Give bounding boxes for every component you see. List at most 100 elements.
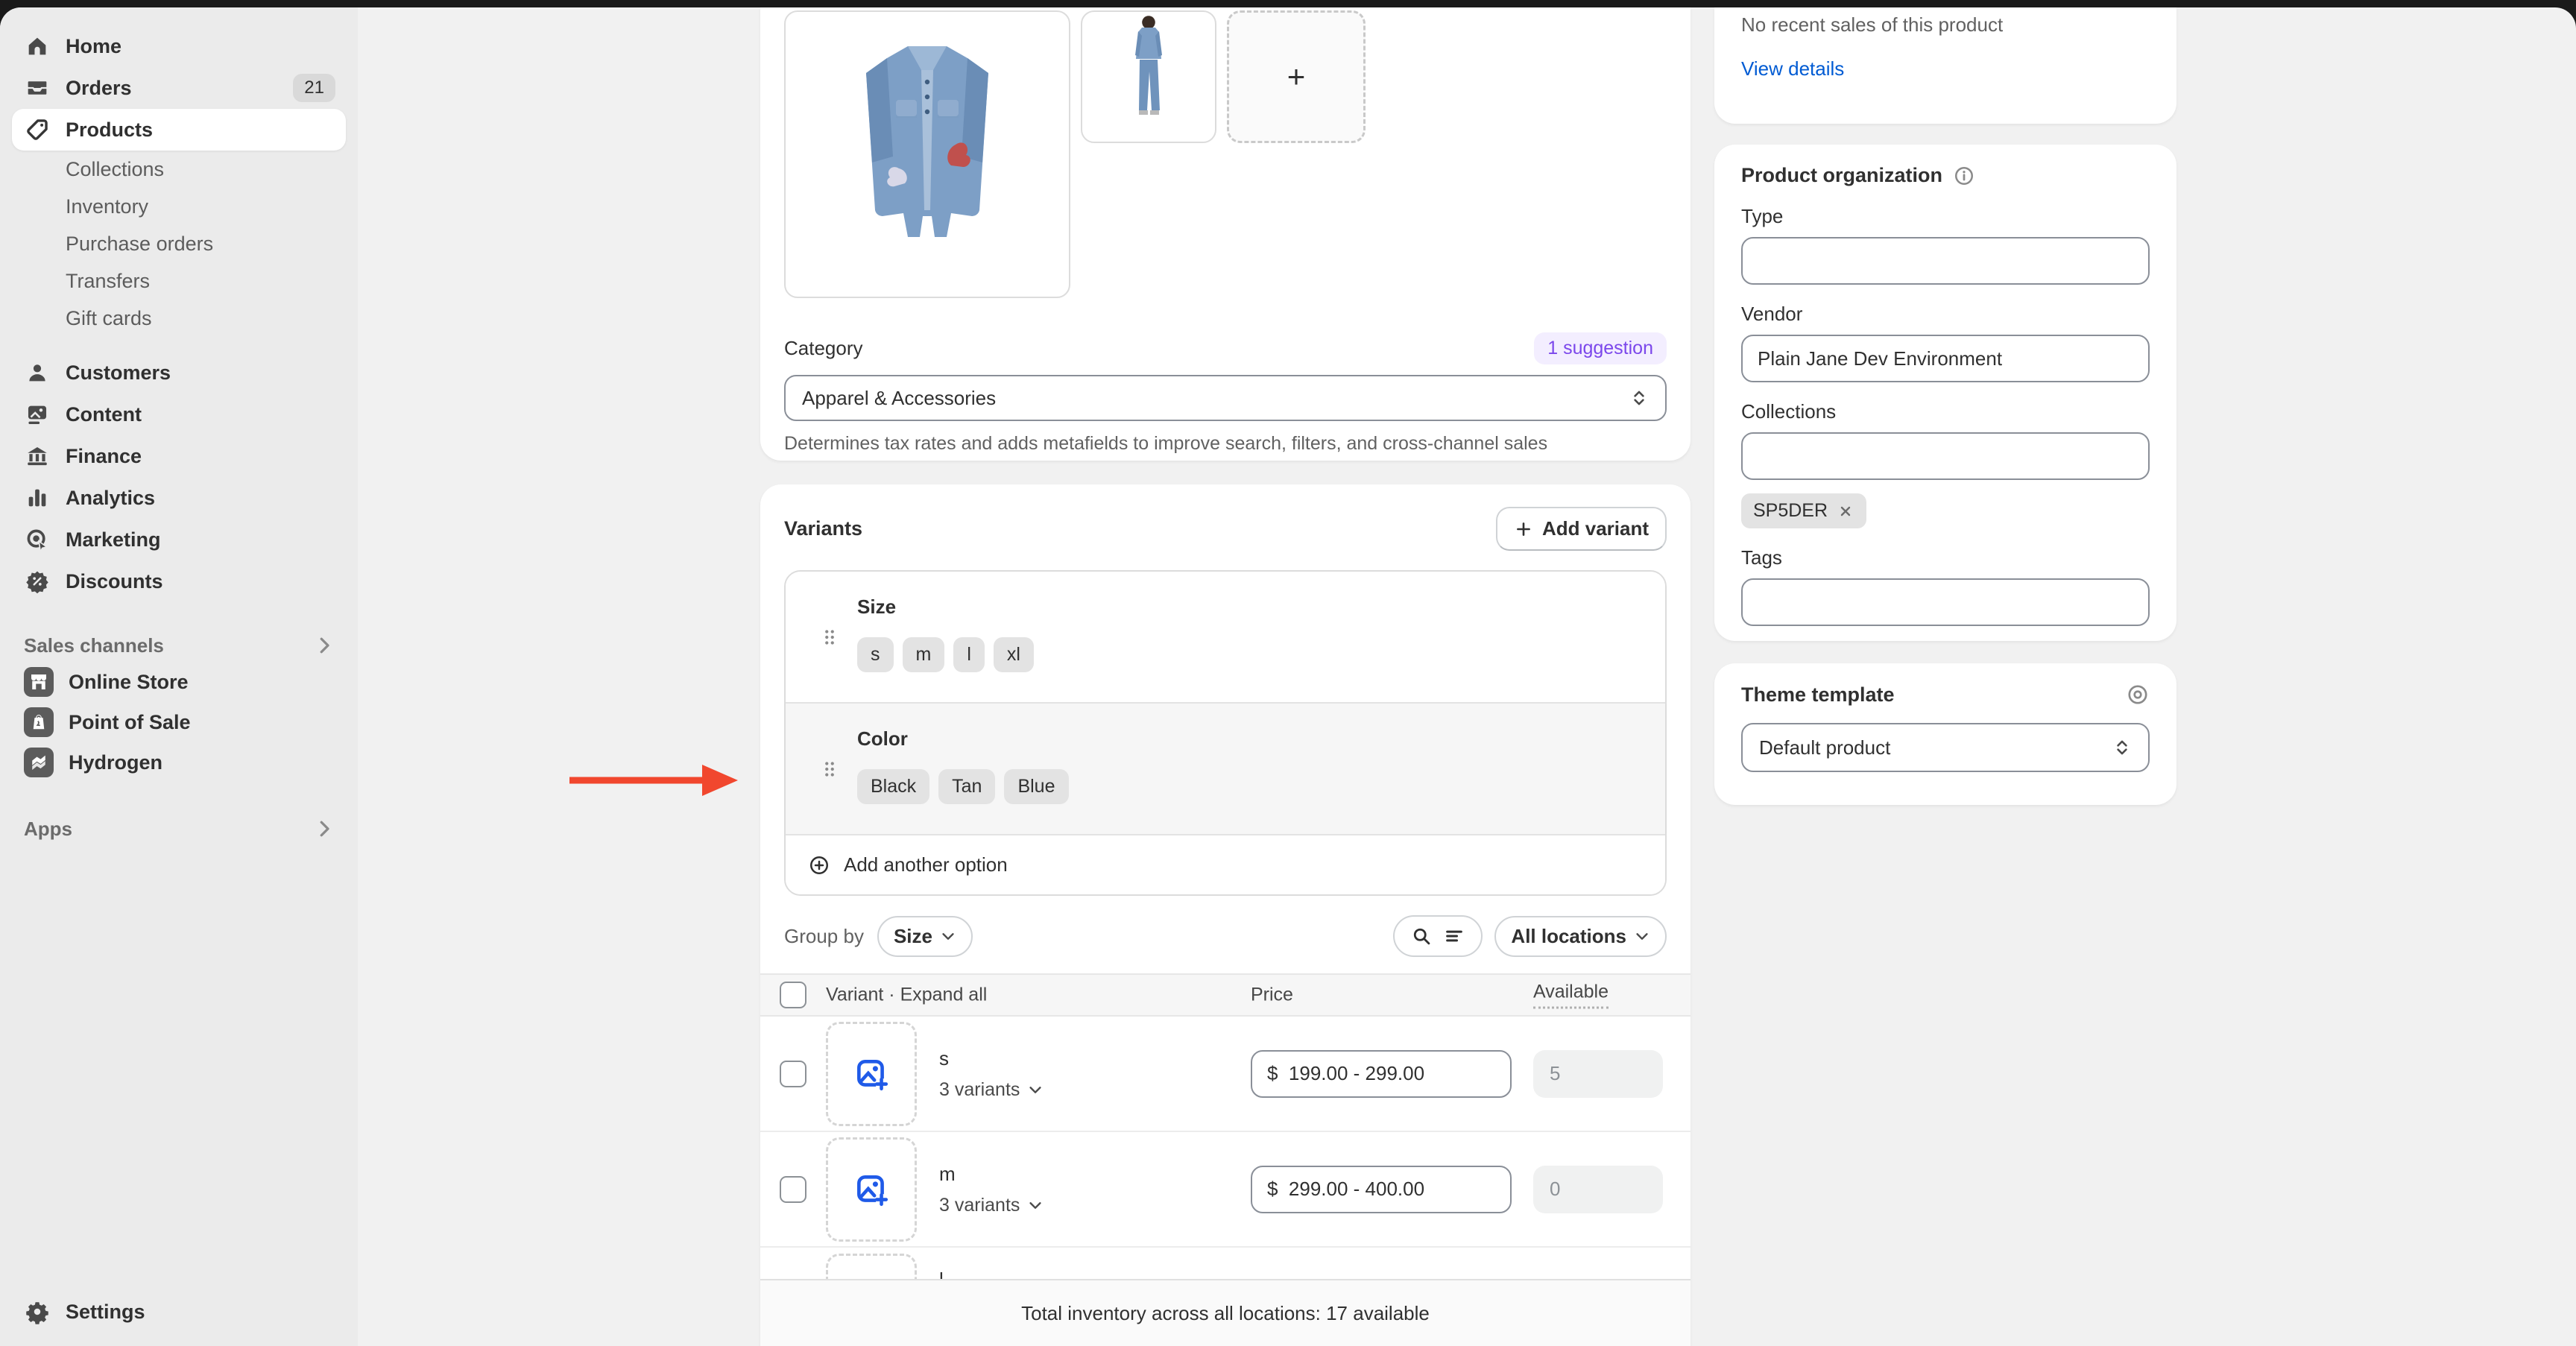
variant-name: m bbox=[939, 1163, 956, 1185]
option-value-chip: Blue bbox=[1004, 769, 1068, 804]
variant-media-tile[interactable] bbox=[826, 1137, 917, 1242]
view-icon[interactable] bbox=[2126, 683, 2150, 707]
category-suggestion-badge[interactable]: 1 suggestion bbox=[1534, 332, 1667, 364]
sidebar-item-transfers[interactable]: Transfers bbox=[12, 262, 346, 300]
sidebar-item-products[interactable]: Products bbox=[12, 109, 346, 151]
sidebar-item-hydrogen[interactable]: Hydrogen bbox=[12, 742, 346, 783]
sidebar-item-point-of-sale[interactable]: Point of Sale bbox=[12, 702, 346, 742]
orders-icon bbox=[24, 75, 51, 101]
insights-card: No recent sales of this product View det… bbox=[1714, 7, 2176, 124]
header-available[interactable]: Available bbox=[1533, 982, 1609, 1009]
sidebar-item-discounts[interactable]: Discounts bbox=[12, 560, 346, 602]
add-media-tile[interactable]: + bbox=[1227, 10, 1366, 143]
chevron-right-icon bbox=[313, 818, 335, 840]
header-price: Price bbox=[1251, 985, 1293, 1006]
type-input[interactable] bbox=[1741, 237, 2150, 285]
chevron-down-icon bbox=[1027, 1197, 1044, 1213]
drag-handle-icon[interactable] bbox=[818, 756, 841, 782]
add-variant-button[interactable]: Add variant bbox=[1496, 507, 1667, 551]
sort-icon bbox=[1444, 926, 1465, 947]
plus-icon bbox=[1514, 519, 1533, 539]
search-filter-button[interactable] bbox=[1393, 915, 1483, 957]
admin-frame: Home Orders 21 Products Collections Inve… bbox=[0, 7, 2576, 1346]
collection-tag-chip: SP5DER bbox=[1741, 493, 1866, 528]
product-image-main[interactable] bbox=[784, 10, 1070, 298]
variants-card: Variants Add variant Size s m l xl Color bbox=[760, 484, 1690, 1346]
variant-options-box: Size s m l xl Color Black Tan Blue bbox=[784, 570, 1667, 896]
chevron-right-icon bbox=[313, 634, 335, 657]
apps-header[interactable]: Apps bbox=[12, 812, 346, 845]
gear-icon bbox=[24, 1298, 51, 1325]
info-icon[interactable] bbox=[1953, 165, 1975, 187]
row-checkbox[interactable] bbox=[780, 1061, 806, 1087]
sidebar-item-gift-cards[interactable]: Gift cards bbox=[12, 300, 346, 337]
sidebar-item-inventory[interactable]: Inventory bbox=[12, 188, 346, 225]
price-input[interactable] bbox=[1251, 1050, 1512, 1098]
available-input[interactable] bbox=[1533, 1166, 1663, 1213]
customers-icon bbox=[24, 359, 51, 386]
sidebar-item-online-store[interactable]: Online Store bbox=[12, 662, 346, 702]
sidebar-item-label: Orders bbox=[66, 77, 278, 100]
updown-chevron-icon bbox=[2112, 738, 2132, 757]
group-by-select[interactable]: Size bbox=[877, 916, 973, 957]
option-value-chip: s bbox=[857, 637, 894, 672]
option-row-color[interactable]: Color Black Tan Blue bbox=[786, 702, 1665, 834]
sales-channels-header[interactable]: Sales channels bbox=[12, 629, 346, 662]
sidebar-item-collections[interactable]: Collections bbox=[12, 151, 346, 188]
marketing-icon bbox=[24, 526, 51, 553]
product-image-thumbnail[interactable] bbox=[1081, 10, 1216, 143]
sidebar-item-customers[interactable]: Customers bbox=[12, 352, 346, 394]
product-organization-card: Product organization Type Vendor Collect… bbox=[1714, 145, 2176, 641]
variant-expand-toggle[interactable]: 3 variants bbox=[939, 1195, 1044, 1216]
sidebar-item-home[interactable]: Home bbox=[12, 25, 346, 67]
row-checkbox[interactable] bbox=[780, 1176, 806, 1203]
sidebar-item-label: Products bbox=[66, 119, 335, 142]
finance-icon bbox=[24, 443, 51, 470]
type-label: Type bbox=[1741, 205, 2150, 228]
collections-input[interactable] bbox=[1741, 432, 2150, 480]
sidebar-item-analytics[interactable]: Analytics bbox=[12, 477, 346, 519]
variant-row-m: m 3 variants bbox=[760, 1132, 1690, 1248]
pos-icon bbox=[24, 707, 54, 737]
variant-name: s bbox=[939, 1047, 949, 1069]
chevron-down-icon bbox=[1027, 1081, 1044, 1098]
sidebar-item-marketing[interactable]: Marketing bbox=[12, 519, 346, 560]
add-another-option-button[interactable]: Add another option bbox=[786, 834, 1665, 894]
sidebar-item-purchase-orders[interactable]: Purchase orders bbox=[12, 225, 346, 262]
category-label: Category bbox=[784, 337, 863, 360]
drag-handle-icon[interactable] bbox=[818, 625, 841, 650]
online-store-icon bbox=[24, 667, 54, 697]
tag-icon bbox=[24, 116, 51, 143]
product-organization-title: Product organization bbox=[1741, 164, 1942, 187]
available-input[interactable] bbox=[1533, 1050, 1663, 1098]
sidebar-item-orders[interactable]: Orders 21 bbox=[12, 67, 346, 109]
category-help-text: Determines tax rates and adds metafields… bbox=[784, 433, 1667, 455]
option-row-size[interactable]: Size s m l xl bbox=[786, 572, 1665, 702]
theme-template-select[interactable]: Default product bbox=[1741, 723, 2150, 772]
select-all-checkbox[interactable] bbox=[780, 982, 806, 1008]
variant-media-tile[interactable] bbox=[826, 1022, 917, 1126]
sidebar-item-content[interactable]: Content bbox=[12, 394, 346, 435]
option-name: Color bbox=[857, 726, 1665, 751]
sidebar-item-settings[interactable]: Settings bbox=[12, 1291, 346, 1333]
close-icon[interactable] bbox=[1837, 502, 1854, 520]
image-add-icon bbox=[853, 1171, 890, 1208]
tags-input[interactable] bbox=[1741, 578, 2150, 626]
sidebar-item-finance[interactable]: Finance bbox=[12, 435, 346, 477]
locations-select[interactable]: All locations bbox=[1494, 916, 1667, 957]
vendor-input[interactable] bbox=[1741, 335, 2150, 382]
category-select[interactable]: Apparel & Accessories bbox=[784, 375, 1667, 421]
updown-chevron-icon bbox=[1629, 388, 1649, 408]
price-input[interactable] bbox=[1251, 1166, 1512, 1213]
group-by-label: Group by bbox=[784, 925, 864, 948]
variant-expand-toggle[interactable]: 3 variants bbox=[939, 1079, 1044, 1101]
tags-label: Tags bbox=[1741, 546, 2150, 569]
orders-count-badge: 21 bbox=[293, 74, 335, 102]
no-recent-sales-text: No recent sales of this product bbox=[1741, 13, 2150, 37]
product-media-card: + Category 1 suggestion Apparel & Access… bbox=[760, 7, 1690, 461]
header-variant-expand-all[interactable]: Variant · Expand all bbox=[826, 985, 987, 1006]
chevron-down-icon bbox=[1634, 928, 1650, 944]
analytics-icon bbox=[24, 484, 51, 511]
theme-template-card: Theme template Default product bbox=[1714, 663, 2176, 805]
view-details-link[interactable]: View details bbox=[1741, 57, 1844, 80]
